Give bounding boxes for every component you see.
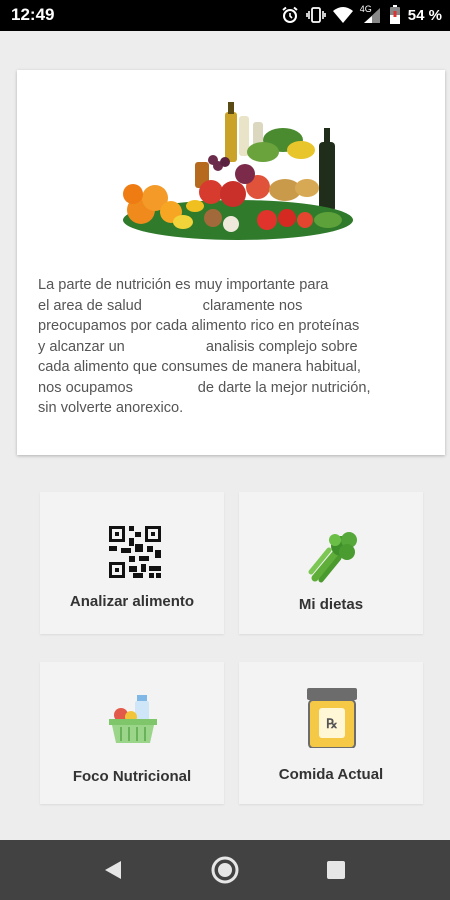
status-bar: 12:49 4G 54 %: [0, 0, 450, 31]
status-icons: 4G 54 %: [281, 4, 442, 26]
tile-label: Mi dietas: [298, 596, 364, 613]
battery-percent: 54 %: [407, 6, 442, 24]
analizar-alimento-button[interactable]: Analizar alimento: [40, 492, 224, 634]
mi-dietas-button[interactable]: Mi dietas: [239, 492, 423, 634]
qr-code-icon: [109, 526, 161, 578]
battery-icon: [389, 5, 400, 24]
tile-label: Foco Nutricional: [72, 768, 192, 785]
nutrition-info-card: La parte de nutrición es muy importante …: [17, 70, 445, 455]
wifi-icon: [332, 7, 353, 23]
tile-label: Analizar alimento: [69, 593, 195, 610]
signal-icon: 4G: [360, 4, 382, 24]
tile-label: Comida Actual: [278, 766, 384, 783]
celery-icon: [308, 532, 357, 583]
vibrate-icon: [305, 7, 326, 23]
prescription-jar-icon: ℞: [307, 688, 357, 748]
grocery-basket-icon: [109, 695, 157, 743]
navigation-bar: [0, 840, 450, 900]
back-icon[interactable]: [103, 859, 123, 881]
svg-text:℞: ℞: [326, 716, 338, 731]
home-icon[interactable]: [210, 855, 240, 885]
comida-actual-button[interactable]: ℞ Comida Actual: [239, 662, 423, 804]
foco-nutricional-button[interactable]: Foco Nutricional: [40, 662, 224, 804]
fruits-vegetables-wine-image: [123, 102, 353, 240]
alarm-icon: [282, 6, 298, 23]
nutrition-description: La parte de nutrición es muy importante …: [38, 277, 371, 416]
recents-icon[interactable]: [327, 861, 345, 879]
status-time: 12:49: [11, 5, 55, 24]
